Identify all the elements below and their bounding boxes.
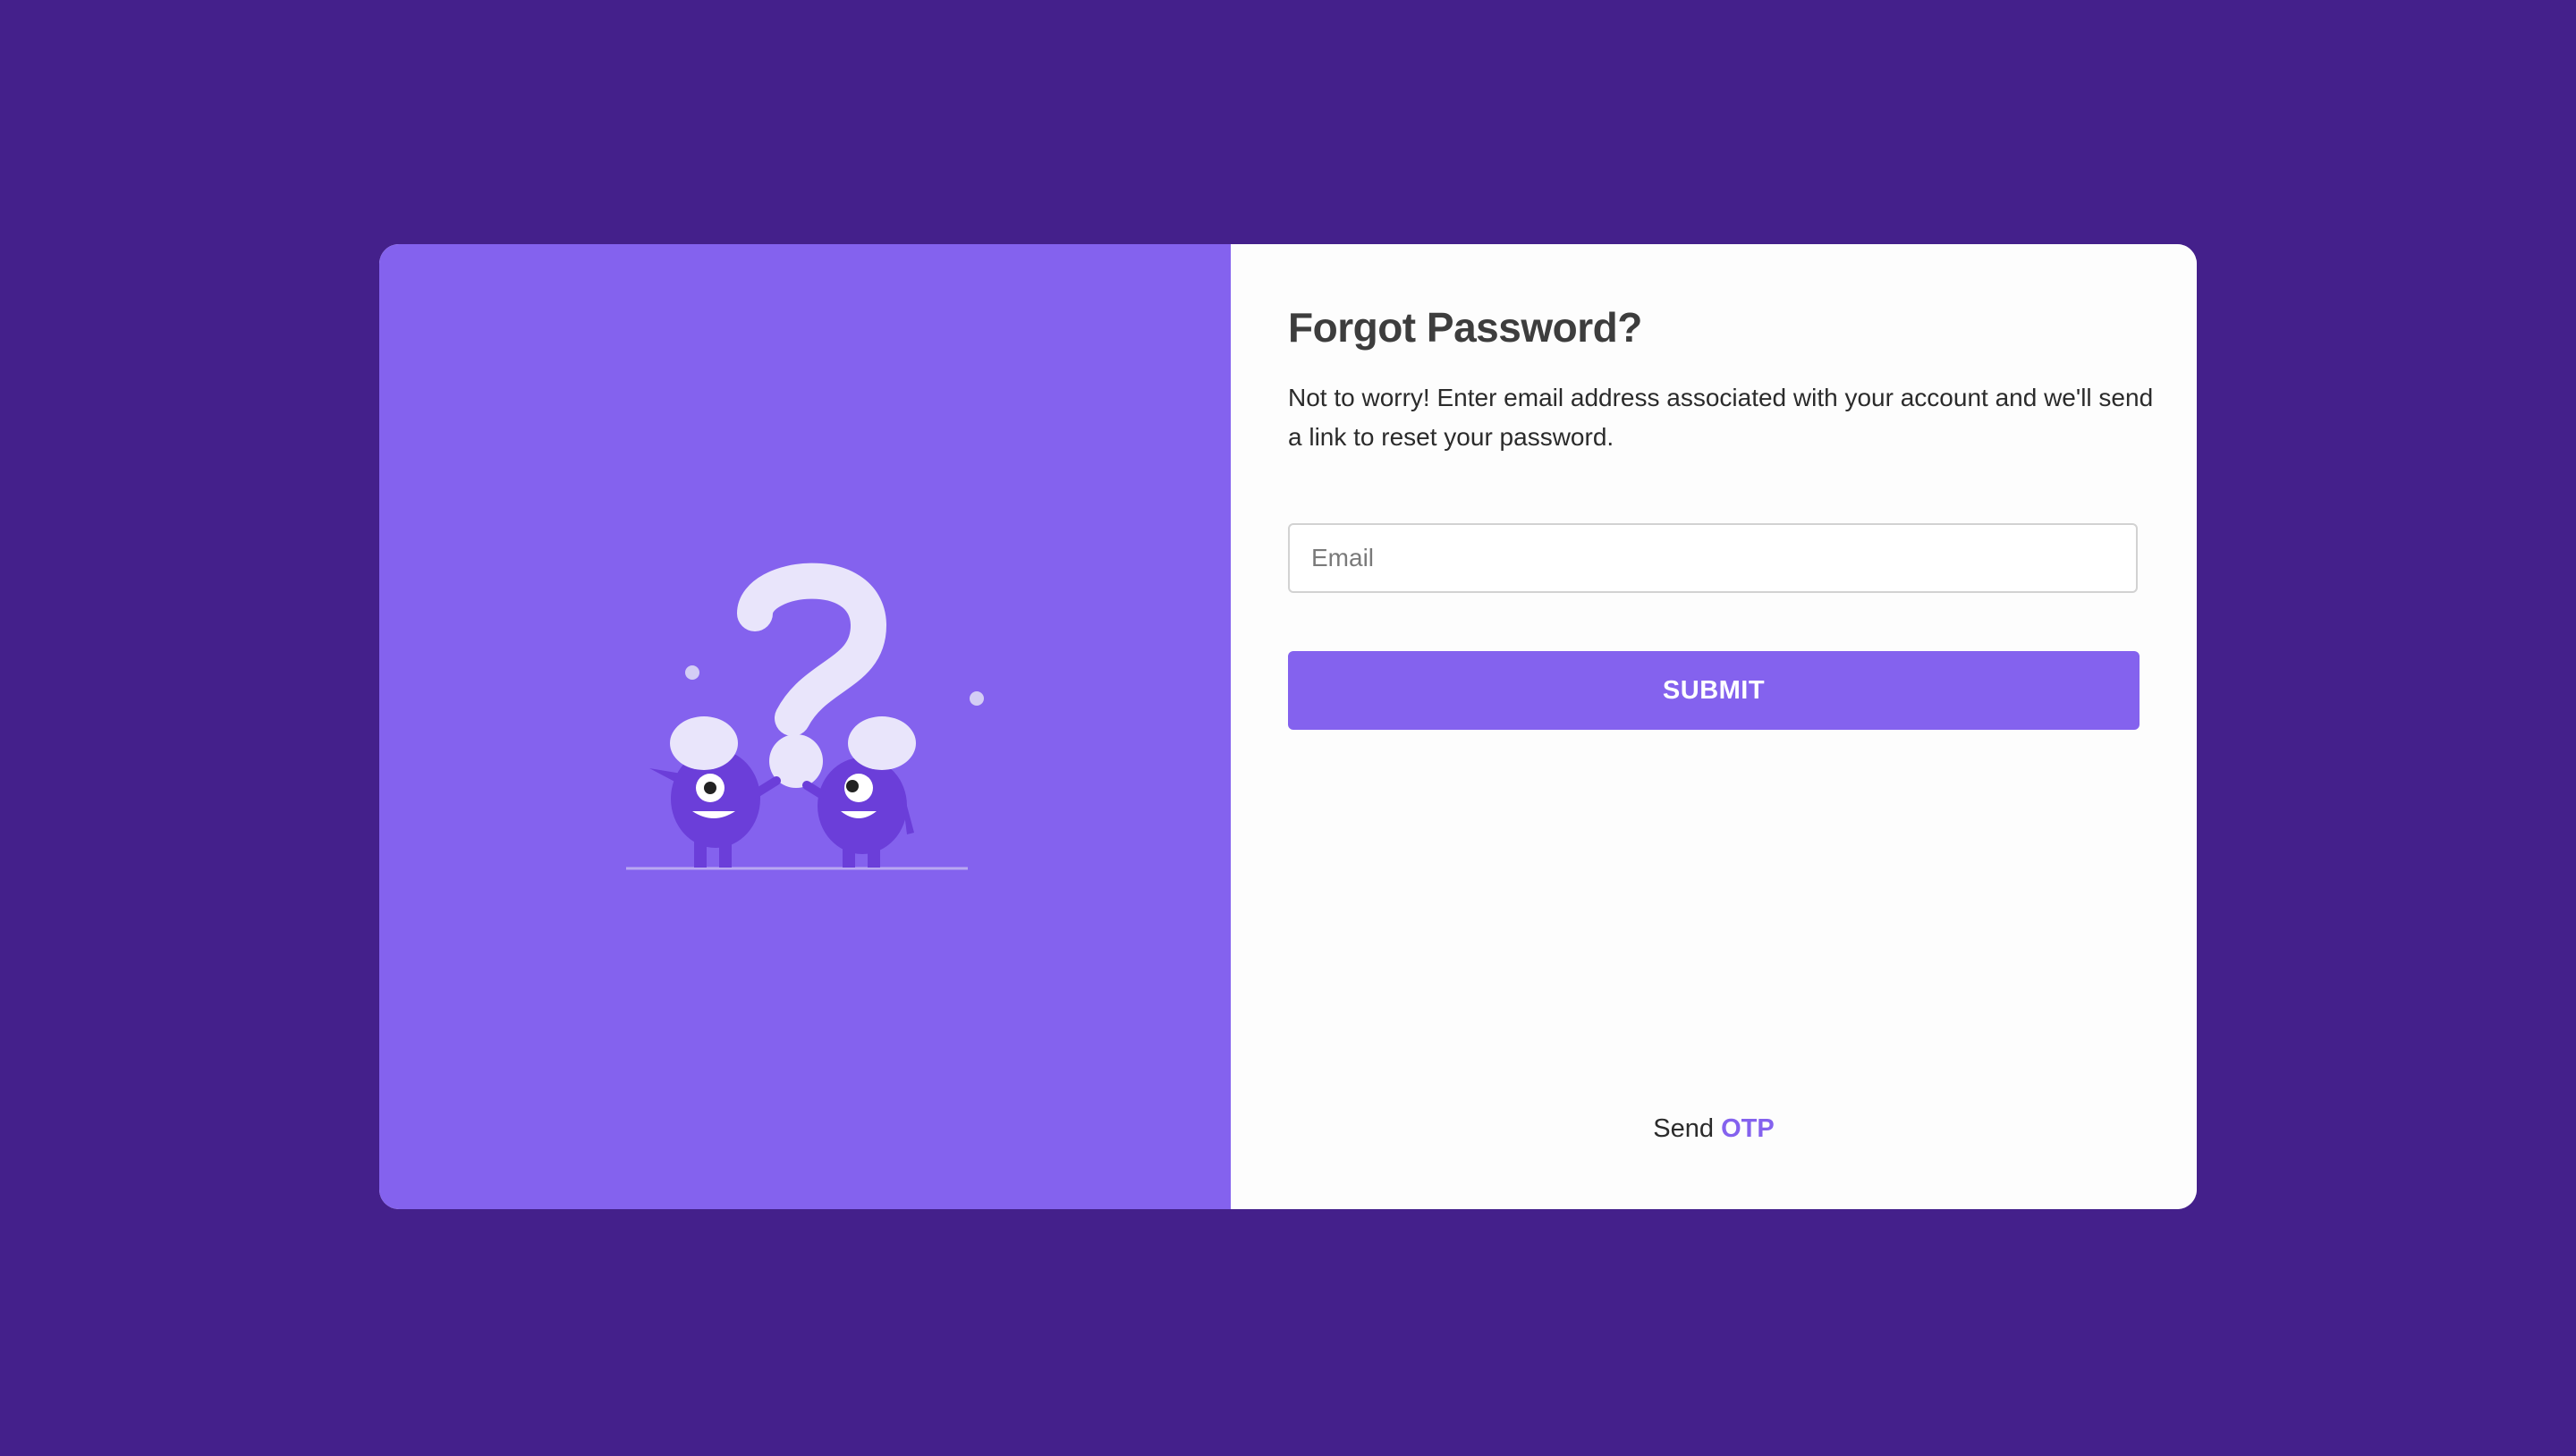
send-label: Send — [1653, 1114, 1715, 1143]
left-monster — [649, 716, 781, 868]
forgot-password-form: Forgot Password? Not to worry! Enter ema… — [1231, 244, 2197, 1209]
page-title: Forgot Password? — [1288, 304, 1642, 351]
email-field[interactable] — [1288, 523, 2138, 593]
otp-link[interactable]: OTP — [1721, 1114, 1775, 1143]
right-monster — [802, 716, 916, 868]
confused-monsters-illustration — [626, 563, 984, 870]
submit-button[interactable]: SUBMIT — [1288, 651, 2140, 730]
forgot-password-card: Forgot Password? Not to worry! Enter ema… — [379, 244, 2197, 1209]
send-otp-row: Send OTP — [1288, 1114, 2140, 1144]
description-text: Not to worry! Enter email address associ… — [1288, 384, 2154, 451]
illustration-panel — [379, 244, 1231, 1209]
